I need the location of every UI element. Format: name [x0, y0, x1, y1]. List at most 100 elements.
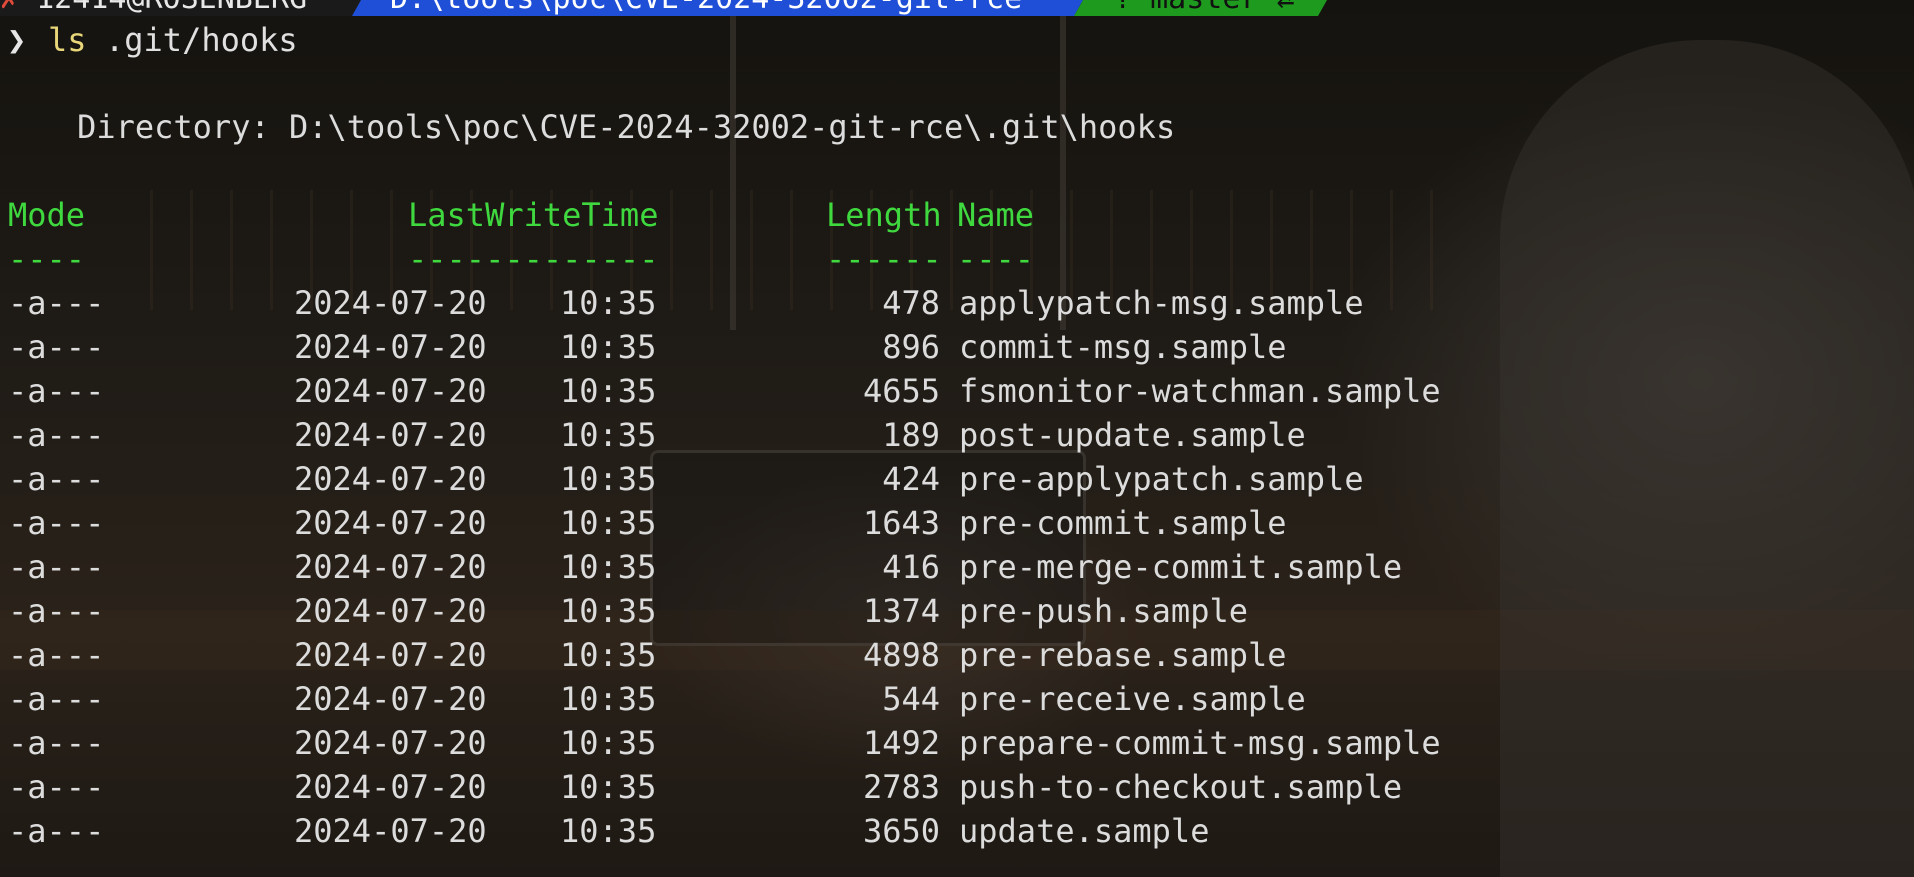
table-row: -a--- 2024-07-20 10:35 4655 fsmonitor-wa…	[0, 369, 1441, 413]
header-mode: Mode	[8, 196, 86, 234]
row-mode: -a---	[8, 592, 105, 630]
row-time: 10:35	[560, 724, 657, 762]
background-anime-figure	[1500, 40, 1914, 877]
row-mode: -a---	[8, 416, 105, 454]
row-date: 2024-07-20	[294, 372, 487, 410]
row-time: 10:35	[560, 636, 657, 674]
row-mode: -a---	[8, 504, 105, 542]
table-header-row: Mode LastWriteTime Length Name	[0, 193, 1034, 237]
command-line: ❯ ls .git/hooks	[0, 18, 298, 62]
row-time: 10:35	[560, 328, 657, 366]
terminal-window[interactable]: ✗ 12414@ROSENBERG D:\tools\poc\CVE-2024-…	[0, 0, 1914, 877]
row-mode: -a---	[8, 680, 105, 718]
table-row: -a--- 2024-07-20 10:35 1643 pre-commit.s…	[0, 501, 1287, 545]
table-header-underline: ---- ------------- ------ ----	[0, 237, 1034, 281]
row-name: push-to-checkout.sample	[959, 768, 1403, 806]
table-row: -a--- 2024-07-20 10:35 189 post-update.s…	[0, 413, 1306, 457]
row-date: 2024-07-20	[294, 636, 487, 674]
underline-length: ------	[826, 240, 942, 278]
prompt-git-branch: master	[1150, 0, 1258, 16]
row-length: 3650	[862, 812, 940, 850]
row-mode: -a---	[8, 768, 105, 806]
git-status-icon: ?	[1114, 0, 1132, 16]
error-status-icon: ✗	[0, 0, 18, 16]
prompt-user-segment: ✗ 12414@ROSENBERG	[0, 0, 370, 16]
prompt-path-segment: D:\tools\poc\CVE-2024-32002-git-rce	[352, 0, 1092, 16]
row-name: applypatch-msg.sample	[959, 284, 1364, 322]
table-row: -a--- 2024-07-20 10:35 896 commit-msg.sa…	[0, 325, 1287, 369]
row-mode: -a---	[8, 636, 105, 674]
prompt-git-segment: ? master ⇄	[1074, 0, 1336, 16]
row-mode: -a---	[8, 724, 105, 762]
row-time: 10:35	[560, 372, 657, 410]
table-row: -a--- 2024-07-20 10:35 416 pre-merge-com…	[0, 545, 1402, 589]
command-argument: .git/hooks	[105, 21, 298, 59]
table-row: -a--- 2024-07-20 10:35 4898 pre-rebase.s…	[0, 633, 1287, 677]
row-mode: -a---	[8, 812, 105, 850]
row-mode: -a---	[8, 284, 105, 322]
row-time: 10:35	[560, 812, 657, 850]
row-mode: -a---	[8, 328, 105, 366]
row-date: 2024-07-20	[294, 328, 487, 366]
directory-line: Directory: D:\tools\poc\CVE-2024-32002-g…	[0, 108, 1176, 146]
row-time: 10:35	[560, 504, 657, 542]
row-length: 416	[882, 548, 940, 586]
prompt-chevron-icon: ❯	[7, 21, 27, 59]
row-time: 10:35	[560, 592, 657, 630]
row-time: 10:35	[560, 680, 657, 718]
table-row: -a--- 2024-07-20 10:35 3650 update.sampl…	[0, 809, 1209, 853]
row-length: 478	[882, 284, 940, 322]
row-date: 2024-07-20	[294, 592, 487, 630]
table-row: -a--- 2024-07-20 10:35 478 applypatch-ms…	[0, 281, 1364, 325]
underline-mode: ----	[8, 240, 86, 278]
row-name: commit-msg.sample	[959, 328, 1287, 366]
row-date: 2024-07-20	[294, 460, 487, 498]
row-name: pre-rebase.sample	[959, 636, 1287, 674]
row-length: 4898	[862, 636, 940, 674]
prompt-user-host: 12414@ROSENBERG	[36, 0, 307, 16]
command-name: ls	[48, 21, 87, 59]
table-row: -a--- 2024-07-20 10:35 424 pre-applypatc…	[0, 457, 1364, 501]
row-date: 2024-07-20	[294, 680, 487, 718]
row-name: pre-applypatch.sample	[959, 460, 1364, 498]
table-row: -a--- 2024-07-20 10:35 1374 pre-push.sam…	[0, 589, 1248, 633]
row-time: 10:35	[560, 416, 657, 454]
table-row: -a--- 2024-07-20 10:35 544 pre-receive.s…	[0, 677, 1306, 721]
row-name: post-update.sample	[959, 416, 1306, 454]
underline-last-write-time: -------------	[408, 240, 659, 278]
row-mode: -a---	[8, 548, 105, 586]
row-mode: -a---	[8, 372, 105, 410]
row-date: 2024-07-20	[294, 768, 487, 806]
row-date: 2024-07-20	[294, 548, 487, 586]
row-date: 2024-07-20	[294, 724, 487, 762]
row-length: 424	[882, 460, 940, 498]
underline-name: ----	[957, 240, 1035, 278]
row-length: 1643	[862, 504, 940, 542]
table-row: -a--- 2024-07-20 10:35 1492 prepare-comm…	[0, 721, 1441, 765]
row-name: pre-receive.sample	[959, 680, 1306, 718]
row-length: 896	[882, 328, 940, 366]
row-name: pre-push.sample	[959, 592, 1248, 630]
table-row: -a--- 2024-07-20 10:35 2783 push-to-chec…	[0, 765, 1402, 809]
row-time: 10:35	[560, 548, 657, 586]
row-date: 2024-07-20	[294, 504, 487, 542]
row-name: pre-merge-commit.sample	[959, 548, 1403, 586]
row-date: 2024-07-20	[294, 416, 487, 454]
git-sync-icon: ⇄	[1277, 0, 1295, 16]
row-length: 2783	[862, 768, 940, 806]
row-length: 1374	[862, 592, 940, 630]
header-length: Length	[826, 196, 942, 234]
row-length: 544	[882, 680, 940, 718]
background-window-frame	[730, 0, 736, 330]
row-name: pre-commit.sample	[959, 504, 1287, 542]
row-date: 2024-07-20	[294, 284, 487, 322]
row-time: 10:35	[560, 284, 657, 322]
row-length: 189	[882, 416, 940, 454]
prompt-path: D:\tools\poc\CVE-2024-32002-git-rce	[390, 0, 1022, 16]
row-name: fsmonitor-watchman.sample	[959, 372, 1441, 410]
header-last-write-time: LastWriteTime	[408, 196, 659, 234]
row-time: 10:35	[560, 460, 657, 498]
row-date: 2024-07-20	[294, 812, 487, 850]
row-time: 10:35	[560, 768, 657, 806]
row-name: update.sample	[959, 812, 1210, 850]
